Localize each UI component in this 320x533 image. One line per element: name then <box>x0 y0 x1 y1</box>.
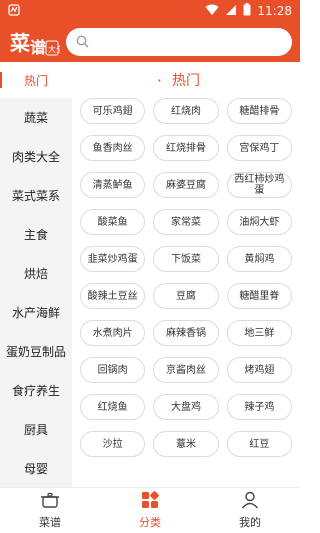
title-dot-icon: · <box>156 70 162 90</box>
recipe-tag[interactable]: 糖醋排骨 <box>226 98 292 124</box>
sidebar-item-meat[interactable]: 肉类大全 <box>0 137 72 176</box>
sidebar-item-label: 水产海鲜 <box>11 306 60 320</box>
recipe-tag[interactable]: 家常菜 <box>153 209 219 235</box>
battery-icon <box>243 3 251 19</box>
tab-label: 我的 <box>239 516 261 529</box>
recipe-tag[interactable]: 红烧排骨 <box>153 135 219 161</box>
sidebar-item-label: 蔬菜 <box>23 111 48 125</box>
sidebar-item-baby[interactable]: 母婴 <box>0 449 72 487</box>
svg-text:大全: 大全 <box>48 44 60 54</box>
pot-icon <box>40 491 60 512</box>
recipe-tag[interactable]: 豆腐 <box>153 283 219 309</box>
recipe-tag[interactable]: 黄焖鸡 <box>226 246 292 272</box>
app-logo: 菜 谱 大全 <box>8 25 60 59</box>
recipe-tag[interactable]: 回锅肉 <box>80 357 146 383</box>
recipe-tag[interactable]: 糖醋里脊 <box>226 283 292 309</box>
sidebar-item-baking[interactable]: 烘焙 <box>0 254 72 293</box>
tab-label: 菜谱 <box>39 516 61 529</box>
sidebar-item-label: 热门 <box>23 73 48 88</box>
recipe-tag[interactable]: 韭菜炒鸡蛋 <box>80 246 146 272</box>
sidebar-item-label: 菜式菜系 <box>11 189 60 203</box>
recipe-tag[interactable]: 地三鲜 <box>226 320 292 346</box>
recipe-tag[interactable]: 宫保鸡丁 <box>226 135 292 161</box>
app-header: 菜 谱 大全 <box>0 22 300 62</box>
category-sidebar: 热门 蔬菜 肉类大全 菜式菜系 主食 烘焙 水产海鲜 蛋奶豆制品 食疗养生 厨具… <box>0 62 72 487</box>
tab-recipes[interactable]: 菜谱 <box>0 488 100 533</box>
recipe-tag[interactable]: 沙拉 <box>80 431 146 457</box>
recipe-tag[interactable]: 可乐鸡翅 <box>80 98 146 124</box>
recipe-tag[interactable]: 酸菜鱼 <box>80 209 146 235</box>
sidebar-item-label: 食疗养生 <box>11 384 60 398</box>
tab-categories[interactable]: 分类 <box>100 488 200 533</box>
category-grid-icon <box>140 491 160 512</box>
recipe-tag[interactable]: 红豆 <box>226 431 292 457</box>
wifi-icon <box>205 4 219 19</box>
recipe-tag[interactable]: 红烧肉 <box>153 98 219 124</box>
sidebar-item-kitchenware[interactable]: 厨具 <box>0 410 72 449</box>
recipe-tag[interactable]: 薏米 <box>153 431 219 457</box>
recipe-tag[interactable]: 西红柿炒鸡蛋 <box>226 172 292 198</box>
sidebar-item-label: 厨具 <box>23 423 48 437</box>
sidebar-item-eggs-dairy-tofu[interactable]: 蛋奶豆制品 <box>0 332 72 371</box>
user-icon <box>240 491 260 512</box>
search-bar[interactable] <box>66 28 292 56</box>
recipe-tag[interactable]: 麻婆豆腐 <box>153 172 219 198</box>
recipe-tag[interactable]: 鱼香肉丝 <box>80 135 146 161</box>
recipe-tag[interactable]: 酸辣土豆丝 <box>80 283 146 309</box>
sidebar-item-label: 烘焙 <box>23 267 48 281</box>
status-bar: 11:28 <box>0 0 300 22</box>
recipe-tag[interactable]: 下饭菜 <box>153 246 219 272</box>
sidebar-item-label: 母婴 <box>23 462 48 476</box>
recipe-tag[interactable]: 红烧鱼 <box>80 394 146 420</box>
recipe-tag[interactable]: 大盘鸡 <box>153 394 219 420</box>
bottom-tab-bar: 菜谱 分类 我的 <box>0 487 300 533</box>
sidebar-item-label: 蛋奶豆制品 <box>5 345 66 359</box>
tab-label: 分类 <box>139 516 161 529</box>
section-title-text: 热门 <box>172 73 200 89</box>
sidebar-item-hot[interactable]: 热门 <box>0 62 72 98</box>
sidebar-item-staples[interactable]: 主食 <box>0 215 72 254</box>
recipe-tag[interactable]: 京酱肉丝 <box>153 357 219 383</box>
sidebar-item-health[interactable]: 食疗养生 <box>0 371 72 410</box>
sidebar-item-label: 肉类大全 <box>11 150 60 164</box>
status-time: 11:28 <box>257 4 292 18</box>
sidebar-item-cuisines[interactable]: 菜式菜系 <box>0 176 72 215</box>
svg-text:菜: 菜 <box>9 31 30 55</box>
tab-profile[interactable]: 我的 <box>200 488 300 533</box>
sidebar-item-seafood[interactable]: 水产海鲜 <box>0 293 72 332</box>
category-body: 热门 蔬菜 肉类大全 菜式菜系 主食 烘焙 水产海鲜 蛋奶豆制品 食疗养生 厨具… <box>0 62 300 487</box>
recipe-tag[interactable]: 辣子鸡 <box>226 394 292 420</box>
signal-icon <box>225 4 237 19</box>
category-main: · 热门 · 可乐鸡翅 红烧肉 糖醋排骨 鱼香肉丝 红烧排骨 宫保鸡丁 清蒸鲈鱼… <box>72 62 300 487</box>
sidebar-item-vegetables[interactable]: 蔬菜 <box>0 98 72 137</box>
search-icon <box>76 33 89 52</box>
search-input[interactable] <box>95 35 292 49</box>
recipe-tag[interactable]: 油焖大虾 <box>226 209 292 235</box>
recipe-tag-grid: 可乐鸡翅 红烧肉 糖醋排骨 鱼香肉丝 红烧排骨 宫保鸡丁 清蒸鲈鱼 麻婆豆腐 西… <box>78 98 294 457</box>
recipe-tag[interactable]: 麻辣香锅 <box>153 320 219 346</box>
recipe-tag[interactable]: 烤鸡翅 <box>226 357 292 383</box>
recipe-tag[interactable]: 清蒸鲈鱼 <box>80 172 146 198</box>
notification-icon <box>8 3 20 19</box>
sidebar-item-label: 主食 <box>23 228 48 242</box>
recipe-tag[interactable]: 水煮肉片 <box>80 320 146 346</box>
section-title: · 热门 · <box>78 62 294 98</box>
svg-text:谱: 谱 <box>30 38 46 57</box>
